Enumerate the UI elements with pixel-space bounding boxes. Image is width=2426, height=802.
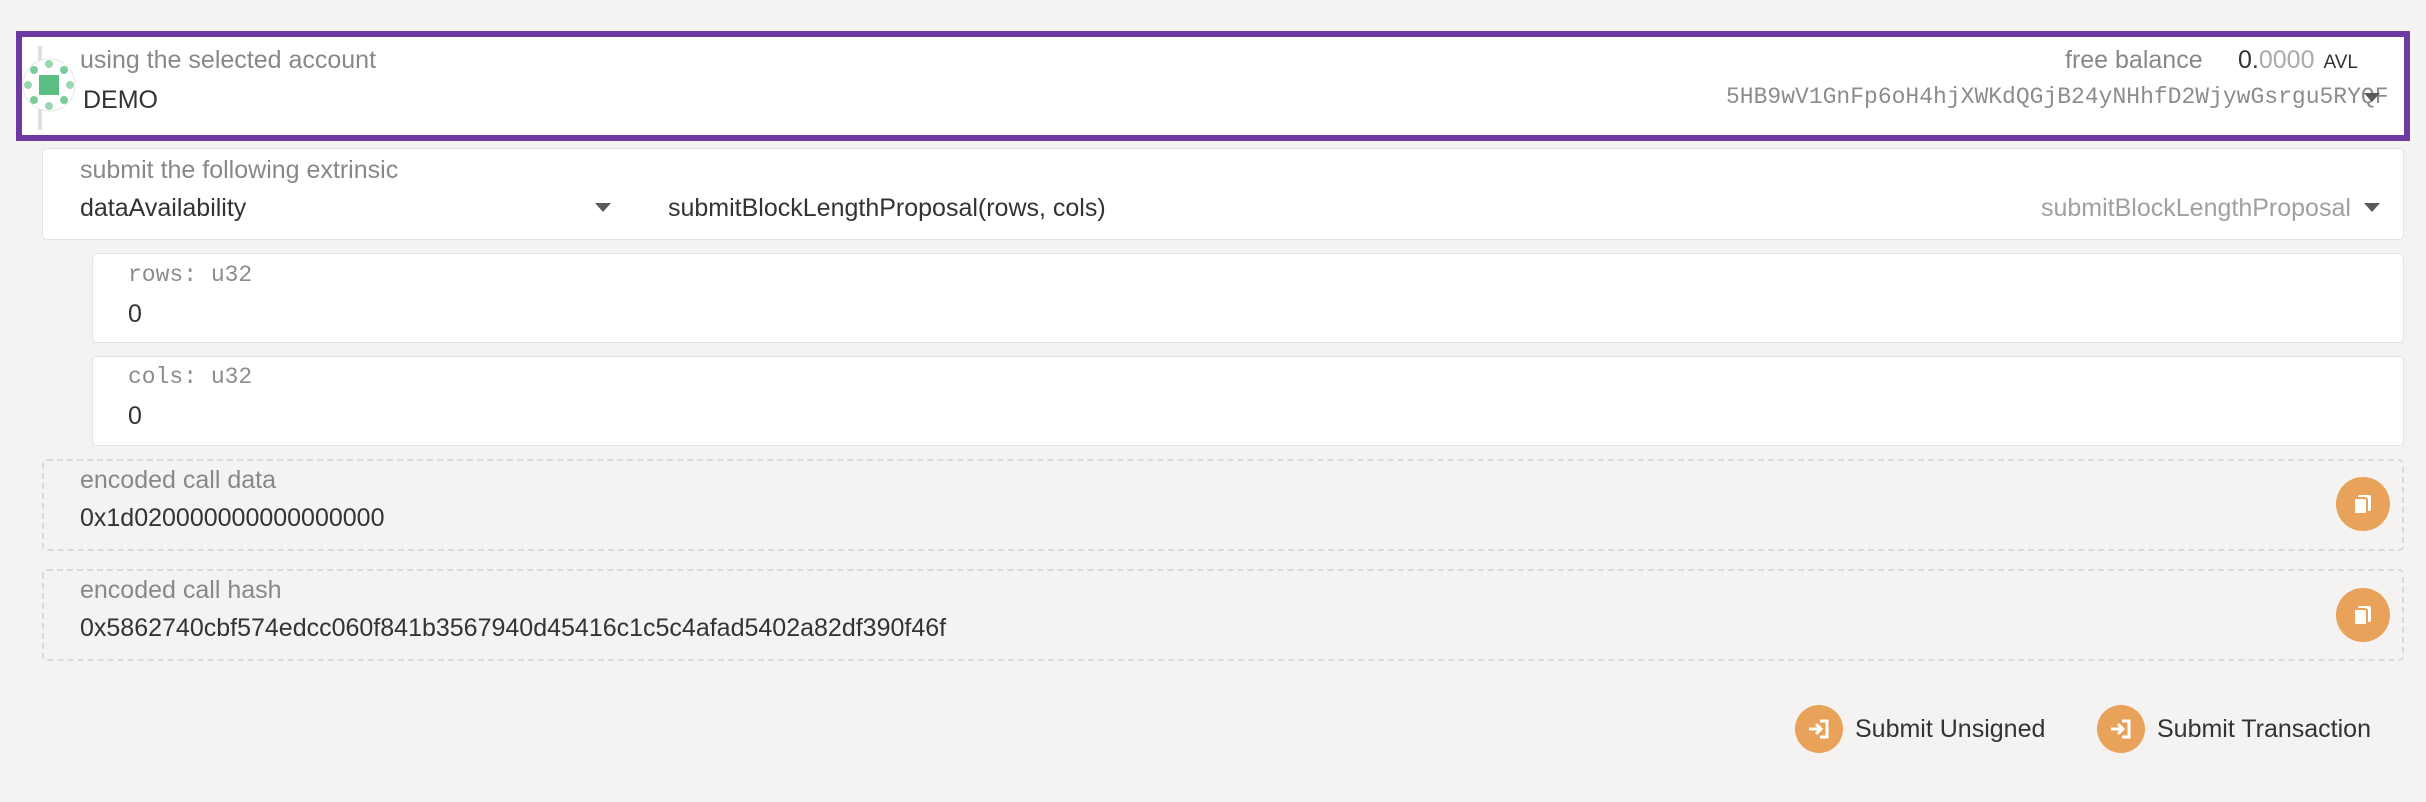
param-cols — [92, 356, 2404, 446]
param-rows-input[interactable]: 0 — [128, 300, 142, 329]
encoded-call-data — [42, 459, 2404, 551]
copy-call-data-button[interactable] — [2336, 477, 2390, 531]
module-select[interactable]: dataAvailability — [80, 194, 246, 223]
param-rows-label: rows: u32 — [128, 262, 253, 288]
param-cols-label: cols: u32 — [128, 364, 253, 390]
sign-in-icon — [2097, 705, 2145, 753]
submit-transaction-label: Submit Transaction — [2157, 714, 2371, 743]
chevron-down-icon[interactable] — [595, 203, 611, 212]
balance-unit: AVL — [2323, 52, 2358, 73]
chevron-down-icon[interactable] — [2364, 203, 2380, 212]
submit-unsigned-label: Submit Unsigned — [1855, 714, 2046, 743]
encoded-call-hash-label: encoded call hash — [80, 576, 282, 604]
balance-integer: 0. — [2238, 46, 2259, 74]
call-name: submitBlockLengthProposal — [2041, 194, 2351, 222]
chevron-down-icon[interactable] — [2364, 93, 2380, 102]
account-name: DEMO — [83, 86, 158, 114]
submit-unsigned-button[interactable]: Submit Unsigned — [1795, 705, 2045, 753]
extrinsic-label: submit the following extrinsic — [80, 156, 399, 184]
submit-transaction-button[interactable]: Submit Transaction — [2097, 705, 2371, 753]
call-select[interactable]: submitBlockLengthProposal(rows, cols) — [668, 194, 1106, 223]
account-address: 5HB9wV1GnFp6oH4hjXWKdQGjB24yNHhfD2WjywGs… — [1726, 84, 2389, 110]
encoded-call-data-label: encoded call data — [80, 466, 276, 494]
free-balance-label: free balance — [2065, 46, 2203, 74]
copy-call-hash-button[interactable] — [2336, 588, 2390, 642]
free-balance-value: 0.0000 AVL — [2238, 46, 2358, 75]
account-label: using the selected account — [80, 46, 377, 74]
avatar-identicon — [22, 58, 76, 112]
sign-in-icon — [1795, 705, 1843, 753]
encoded-call-hash-value: 0x5862740cbf574edcc060f841b3567940d45416… — [80, 614, 947, 642]
param-cols-input[interactable]: 0 — [128, 402, 142, 431]
param-rows — [92, 253, 2404, 343]
encoded-call-data-value: 0x1d020000000000000000 — [80, 504, 385, 532]
balance-decimals: 0000 — [2258, 46, 2315, 74]
copy-icon — [2353, 495, 2371, 515]
copy-icon — [2353, 606, 2371, 626]
